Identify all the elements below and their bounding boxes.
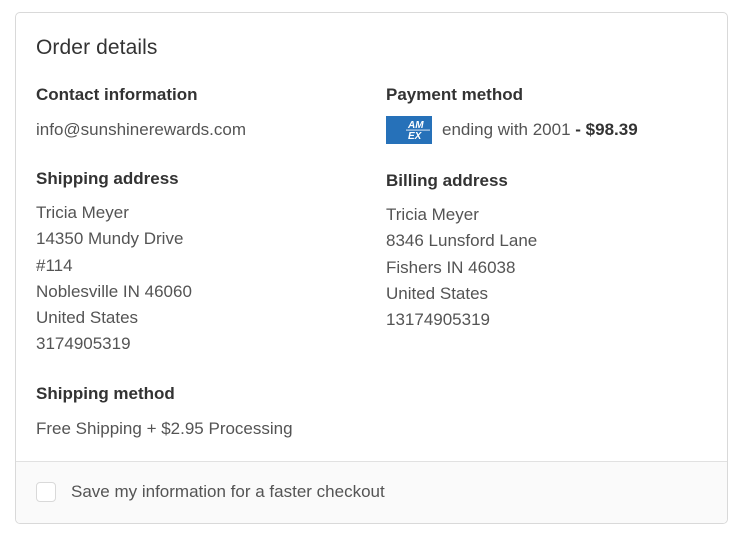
shipping-phone: 3174905319 bbox=[36, 334, 131, 354]
shipping-unit: #114 bbox=[36, 255, 73, 275]
contact-information-heading: Contact information bbox=[36, 85, 198, 104]
payment-method-heading: Payment method bbox=[386, 85, 523, 104]
order-details-card: Order details Contact information info@s… bbox=[15, 12, 728, 524]
payment-method-row: AM EX ending with 2001 - $98.39 bbox=[386, 115, 638, 145]
shipping-street: 14350 Mundy Drive bbox=[36, 229, 184, 249]
shipping-method-value: Free Shipping + $2.95 Processing bbox=[36, 419, 293, 438]
billing-city-state-zip: Fishers IN 46038 bbox=[386, 257, 516, 277]
save-info-footer: Save my information for a faster checkou… bbox=[16, 461, 727, 523]
payment-separator: - bbox=[570, 120, 586, 139]
shipping-method-heading: Shipping method bbox=[36, 384, 175, 403]
billing-name: Tricia Meyer bbox=[386, 205, 479, 224]
billing-address-lines: Tricia Meyer 8346 Lunsford Lane Fishers … bbox=[386, 202, 537, 333]
order-details-title: Order details bbox=[36, 36, 158, 59]
payment-total: $98.39 bbox=[585, 120, 638, 139]
shipping-address-heading: Shipping address bbox=[36, 169, 179, 188]
svg-text:EX: EX bbox=[408, 131, 423, 142]
shipping-address-lines: Tricia Meyer 14350 Mundy Drive #114 Nobl… bbox=[36, 200, 192, 358]
shipping-country: United States bbox=[36, 308, 139, 328]
billing-address-heading: Billing address bbox=[386, 171, 508, 190]
contact-email: info@sunshinerewards.com bbox=[36, 120, 247, 139]
svg-text:AM: AM bbox=[407, 120, 424, 131]
save-info-checkbox[interactable] bbox=[36, 482, 56, 502]
save-info-label[interactable]: Save my information for a faster checkou… bbox=[71, 482, 385, 502]
billing-street: 8346 Lunsford Lane bbox=[386, 231, 538, 251]
amex-card-icon: AM EX bbox=[386, 116, 432, 144]
shipping-name: Tricia Meyer bbox=[36, 203, 129, 222]
billing-phone: 13174905319 bbox=[386, 310, 491, 330]
payment-card-ending: ending with 2001 bbox=[442, 120, 571, 139]
shipping-city-state-zip: Noblesville IN 46060 bbox=[36, 281, 192, 301]
billing-country: United States bbox=[386, 283, 489, 303]
